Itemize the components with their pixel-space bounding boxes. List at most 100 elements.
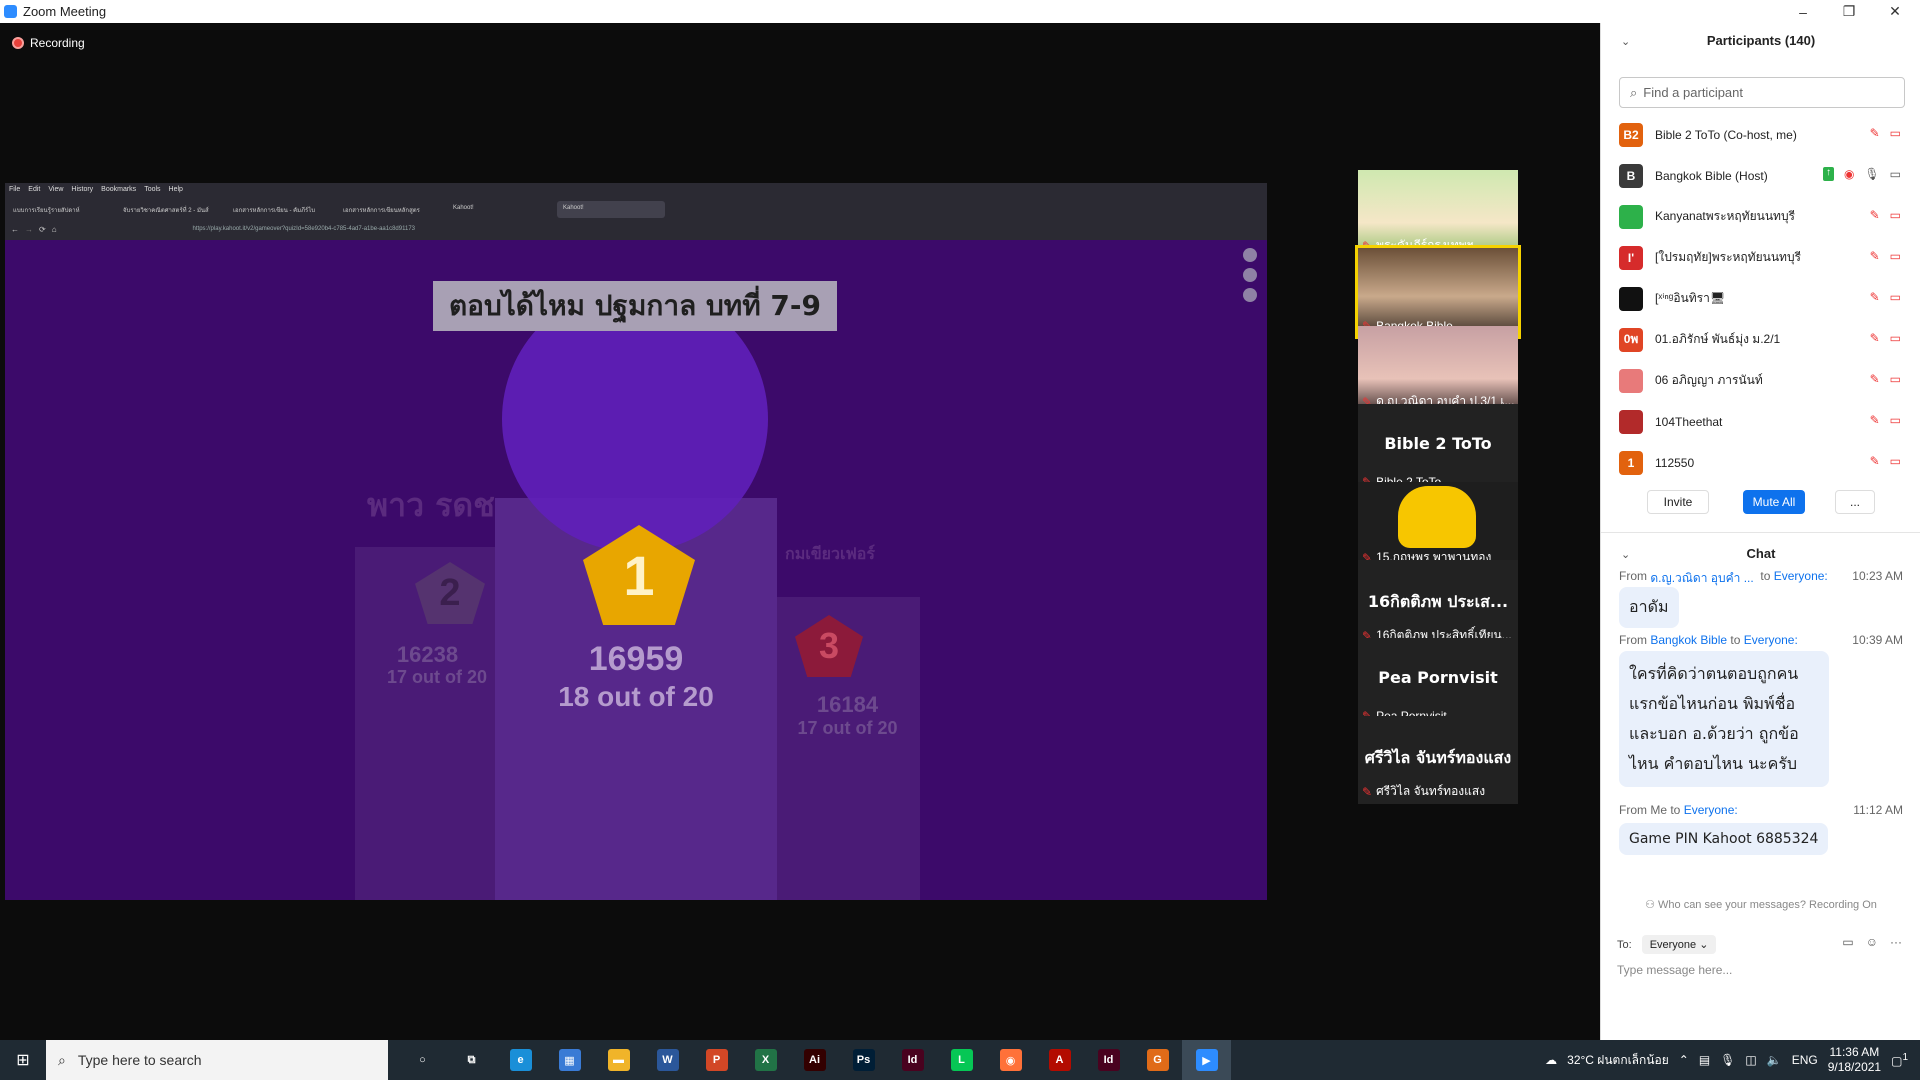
- browser-menu-item[interactable]: Bookmarks: [101, 186, 136, 193]
- browser-tab[interactable]: Kahoot!: [557, 201, 665, 218]
- participant-name: 06 อภิญญา ภารนันท์: [1655, 373, 1763, 387]
- chat-sender[interactable]: Bangkok Bible: [1650, 633, 1727, 647]
- browser-menu-item[interactable]: View: [48, 186, 63, 193]
- browser-tab[interactable]: เอกสารหลักการเขียน - คัมภีร์ไบ: [227, 201, 335, 218]
- browser-tab[interactable]: จับรายวิชาคณิตศาสตร์ที่ 2 - มันส์: [117, 201, 225, 218]
- mic-muted-icon: ✎: [1869, 290, 1880, 304]
- indesign-icon[interactable]: Id: [888, 1040, 937, 1080]
- mute-all-button[interactable]: Mute All: [1743, 490, 1805, 514]
- browser-menu-item[interactable]: Help: [169, 186, 183, 193]
- restore-button[interactable]: ❐: [1826, 0, 1872, 23]
- emoji-icon[interactable]: ☺: [1866, 935, 1878, 949]
- video-tile[interactable]: ศรีวิไล จันทร์ทองแสง ✎ ศรีวิไล จันทร์ทองแส…: [1358, 716, 1518, 804]
- mic-muted-icon: ✎: [1869, 126, 1880, 140]
- browser-menu-item[interactable]: History: [71, 186, 93, 193]
- avatar: B: [1619, 163, 1643, 188]
- recipient-dropdown[interactable]: Everyone ⌄: [1641, 935, 1717, 954]
- clock[interactable]: 11:36 AM 9/18/2021: [1828, 1045, 1881, 1075]
- start-button[interactable]: ⊞: [0, 1040, 46, 1080]
- file-icon[interactable]: ▭: [1842, 935, 1853, 949]
- participant-status-icons: ✎ ▭: [1870, 372, 1901, 386]
- participant-row[interactable]: 0พ 01.อภิรักษ์ พันธ์มุ่ง ม.2/1 ✎ ▭: [1601, 319, 1920, 360]
- acrobat-icon[interactable]: A: [1035, 1040, 1084, 1080]
- volume-icon[interactable]: 🔈: [1767, 1053, 1782, 1067]
- weather-text[interactable]: 32°C ฝนตกเล็กน้อย: [1567, 1051, 1669, 1070]
- who-can-see-link[interactable]: ⚇ Who can see your messages? Recording O…: [1601, 898, 1920, 911]
- edge-icon[interactable]: e: [496, 1040, 545, 1080]
- chat-sender[interactable]: ด.ญ.วณิดา อุบคำ ...: [1650, 571, 1753, 588]
- task-view-icon[interactable]: ⧉: [447, 1040, 496, 1080]
- recording-indicator[interactable]: Recording: [12, 36, 85, 50]
- video-tile[interactable]: 16กิตติภพ ประเส... ✎ 16กิตติภพ ประสิทธิ์เท…: [1358, 560, 1518, 648]
- participant-status-icons: ✎ ▭: [1870, 290, 1901, 304]
- settings-icon[interactable]: [1243, 268, 1257, 282]
- browser-tab[interactable]: Kahoot!: [447, 201, 555, 218]
- video-tile[interactable]: ✎ 15.กฤษพร พาพานทอง: [1358, 482, 1518, 570]
- participant-row[interactable]: B Bangkok Bible (Host) ↑ ◉ 🎙 ▭: [1601, 155, 1920, 196]
- participant-status-icons: ✎ ▭: [1870, 126, 1901, 140]
- wifi-icon[interactable]: ◫: [1745, 1053, 1756, 1067]
- photoshop-icon[interactable]: Ps: [839, 1040, 888, 1080]
- participant-search[interactable]: ⌕ Find a participant: [1619, 77, 1905, 108]
- participant-status-icons: ↑ ◉ 🎙 ▭: [1822, 167, 1901, 181]
- browser-tab[interactable]: เอกสารหลักการเขียนหลักสูตร: [337, 201, 445, 218]
- minimize-button[interactable]: –: [1780, 0, 1826, 23]
- participant-row[interactable]: 1 112550 ✎ ▭: [1601, 442, 1920, 483]
- reload-icon: ⟳: [39, 224, 46, 234]
- app-glyph: Ps: [852, 1049, 875, 1071]
- chevron-up-icon[interactable]: ⌃: [1679, 1053, 1689, 1067]
- taskbar-apps: ○ ⧉ e ▦ ▬ W P X Ai Ps Id L ◉ A Id G ▶: [398, 1040, 1231, 1080]
- browser-menu-item[interactable]: Edit: [28, 186, 40, 193]
- chat-input[interactable]: Type message here...: [1617, 963, 1732, 977]
- cortana-icon[interactable]: ○: [398, 1040, 447, 1080]
- browser-menu: File Edit View History Bookmarks Tools Help: [9, 186, 183, 193]
- line-icon[interactable]: L: [937, 1040, 986, 1080]
- app-glyph: Id: [901, 1049, 924, 1071]
- participant-row[interactable]: [ˣⁱⁿᵍอินทิรา🖥 ✎ ▭: [1601, 278, 1920, 319]
- chevron-down-icon: ⌄: [1699, 939, 1709, 951]
- word-icon[interactable]: W: [643, 1040, 692, 1080]
- network-icon[interactable]: ▤: [1699, 1053, 1710, 1067]
- participant-name: [ใปรมฤทัย]พระหฤทัยนนทบุรี: [1655, 250, 1802, 264]
- video-tile[interactable]: ✎ ด.ญ.วณิดา อุบคำ ป.3/1 เ...: [1358, 326, 1518, 414]
- close-button[interactable]: ✕: [1872, 0, 1918, 23]
- fullscreen-icon[interactable]: [1243, 248, 1257, 262]
- browser-menu-item[interactable]: Tools: [144, 186, 160, 193]
- invite-button[interactable]: Invite: [1647, 490, 1709, 514]
- zoom-icon[interactable]: ▶: [1182, 1040, 1231, 1080]
- participant-row[interactable]: Kanyanatพระหฤทัยนนทบุรี ✎ ▭: [1601, 196, 1920, 237]
- grammarly-icon[interactable]: G: [1133, 1040, 1182, 1080]
- participant-row[interactable]: 06 อภิญญา ภารนันท์ ✎ ▭: [1601, 360, 1920, 401]
- notification-icon[interactable]: ▢1: [1891, 1052, 1908, 1068]
- participant-row[interactable]: I' [ใปรมฤทัย]พระหฤทัยนนทบุรี ✎ ▭: [1601, 237, 1920, 278]
- search-icon: ⌕: [58, 1051, 66, 1068]
- file-explorer-icon[interactable]: ▬: [594, 1040, 643, 1080]
- recording-label: Recording: [30, 36, 85, 50]
- back-icon: ←: [11, 224, 19, 234]
- participant-row[interactable]: 104Theethat ✎ ▭: [1601, 401, 1920, 442]
- video-off-icon: ▭: [1889, 249, 1901, 263]
- indesign2-icon[interactable]: Id: [1084, 1040, 1133, 1080]
- participant-row[interactable]: B2 Bible 2 ToTo (Co-host, me) ✎ ▭: [1601, 114, 1920, 155]
- powerpoint-icon[interactable]: P: [692, 1040, 741, 1080]
- more-button[interactable]: ...: [1835, 490, 1875, 514]
- taskbar-search[interactable]: ⌕ Type here to search: [46, 1040, 388, 1080]
- browser-tab[interactable]: แบบการเรียนรู้รายสัปดาห์: [7, 201, 115, 218]
- language-indicator[interactable]: ENG: [1792, 1053, 1818, 1067]
- mic-icon[interactable]: 🎙: [1720, 1053, 1735, 1067]
- illustrator-icon[interactable]: Ai: [790, 1040, 839, 1080]
- video-tile[interactable]: Bible 2 ToTo✎Bible 2 ToTo: [1358, 404, 1518, 492]
- browser-menu-item[interactable]: File: [9, 186, 20, 193]
- video-tile[interactable]: ✎ พระคัมภีร์กรุงเทพฯ: [1358, 170, 1518, 258]
- video-tile[interactable]: ✎Bangkok Bible: [1355, 245, 1521, 339]
- calculator-icon[interactable]: ▦: [545, 1040, 594, 1080]
- mic-muted-icon: ✎: [1869, 331, 1880, 345]
- weather-icon[interactable]: ☁: [1545, 1053, 1557, 1067]
- excel-icon[interactable]: X: [741, 1040, 790, 1080]
- video-tile[interactable]: Pea Pornvisit✎Pea Pornvisit: [1358, 638, 1518, 726]
- more-icon[interactable]: ···: [1890, 935, 1902, 949]
- home-icon: ⌂: [51, 224, 57, 234]
- firefox-icon[interactable]: ◉: [986, 1040, 1035, 1080]
- video-off-icon: ▭: [1889, 454, 1901, 468]
- sound-icon[interactable]: [1243, 288, 1257, 302]
